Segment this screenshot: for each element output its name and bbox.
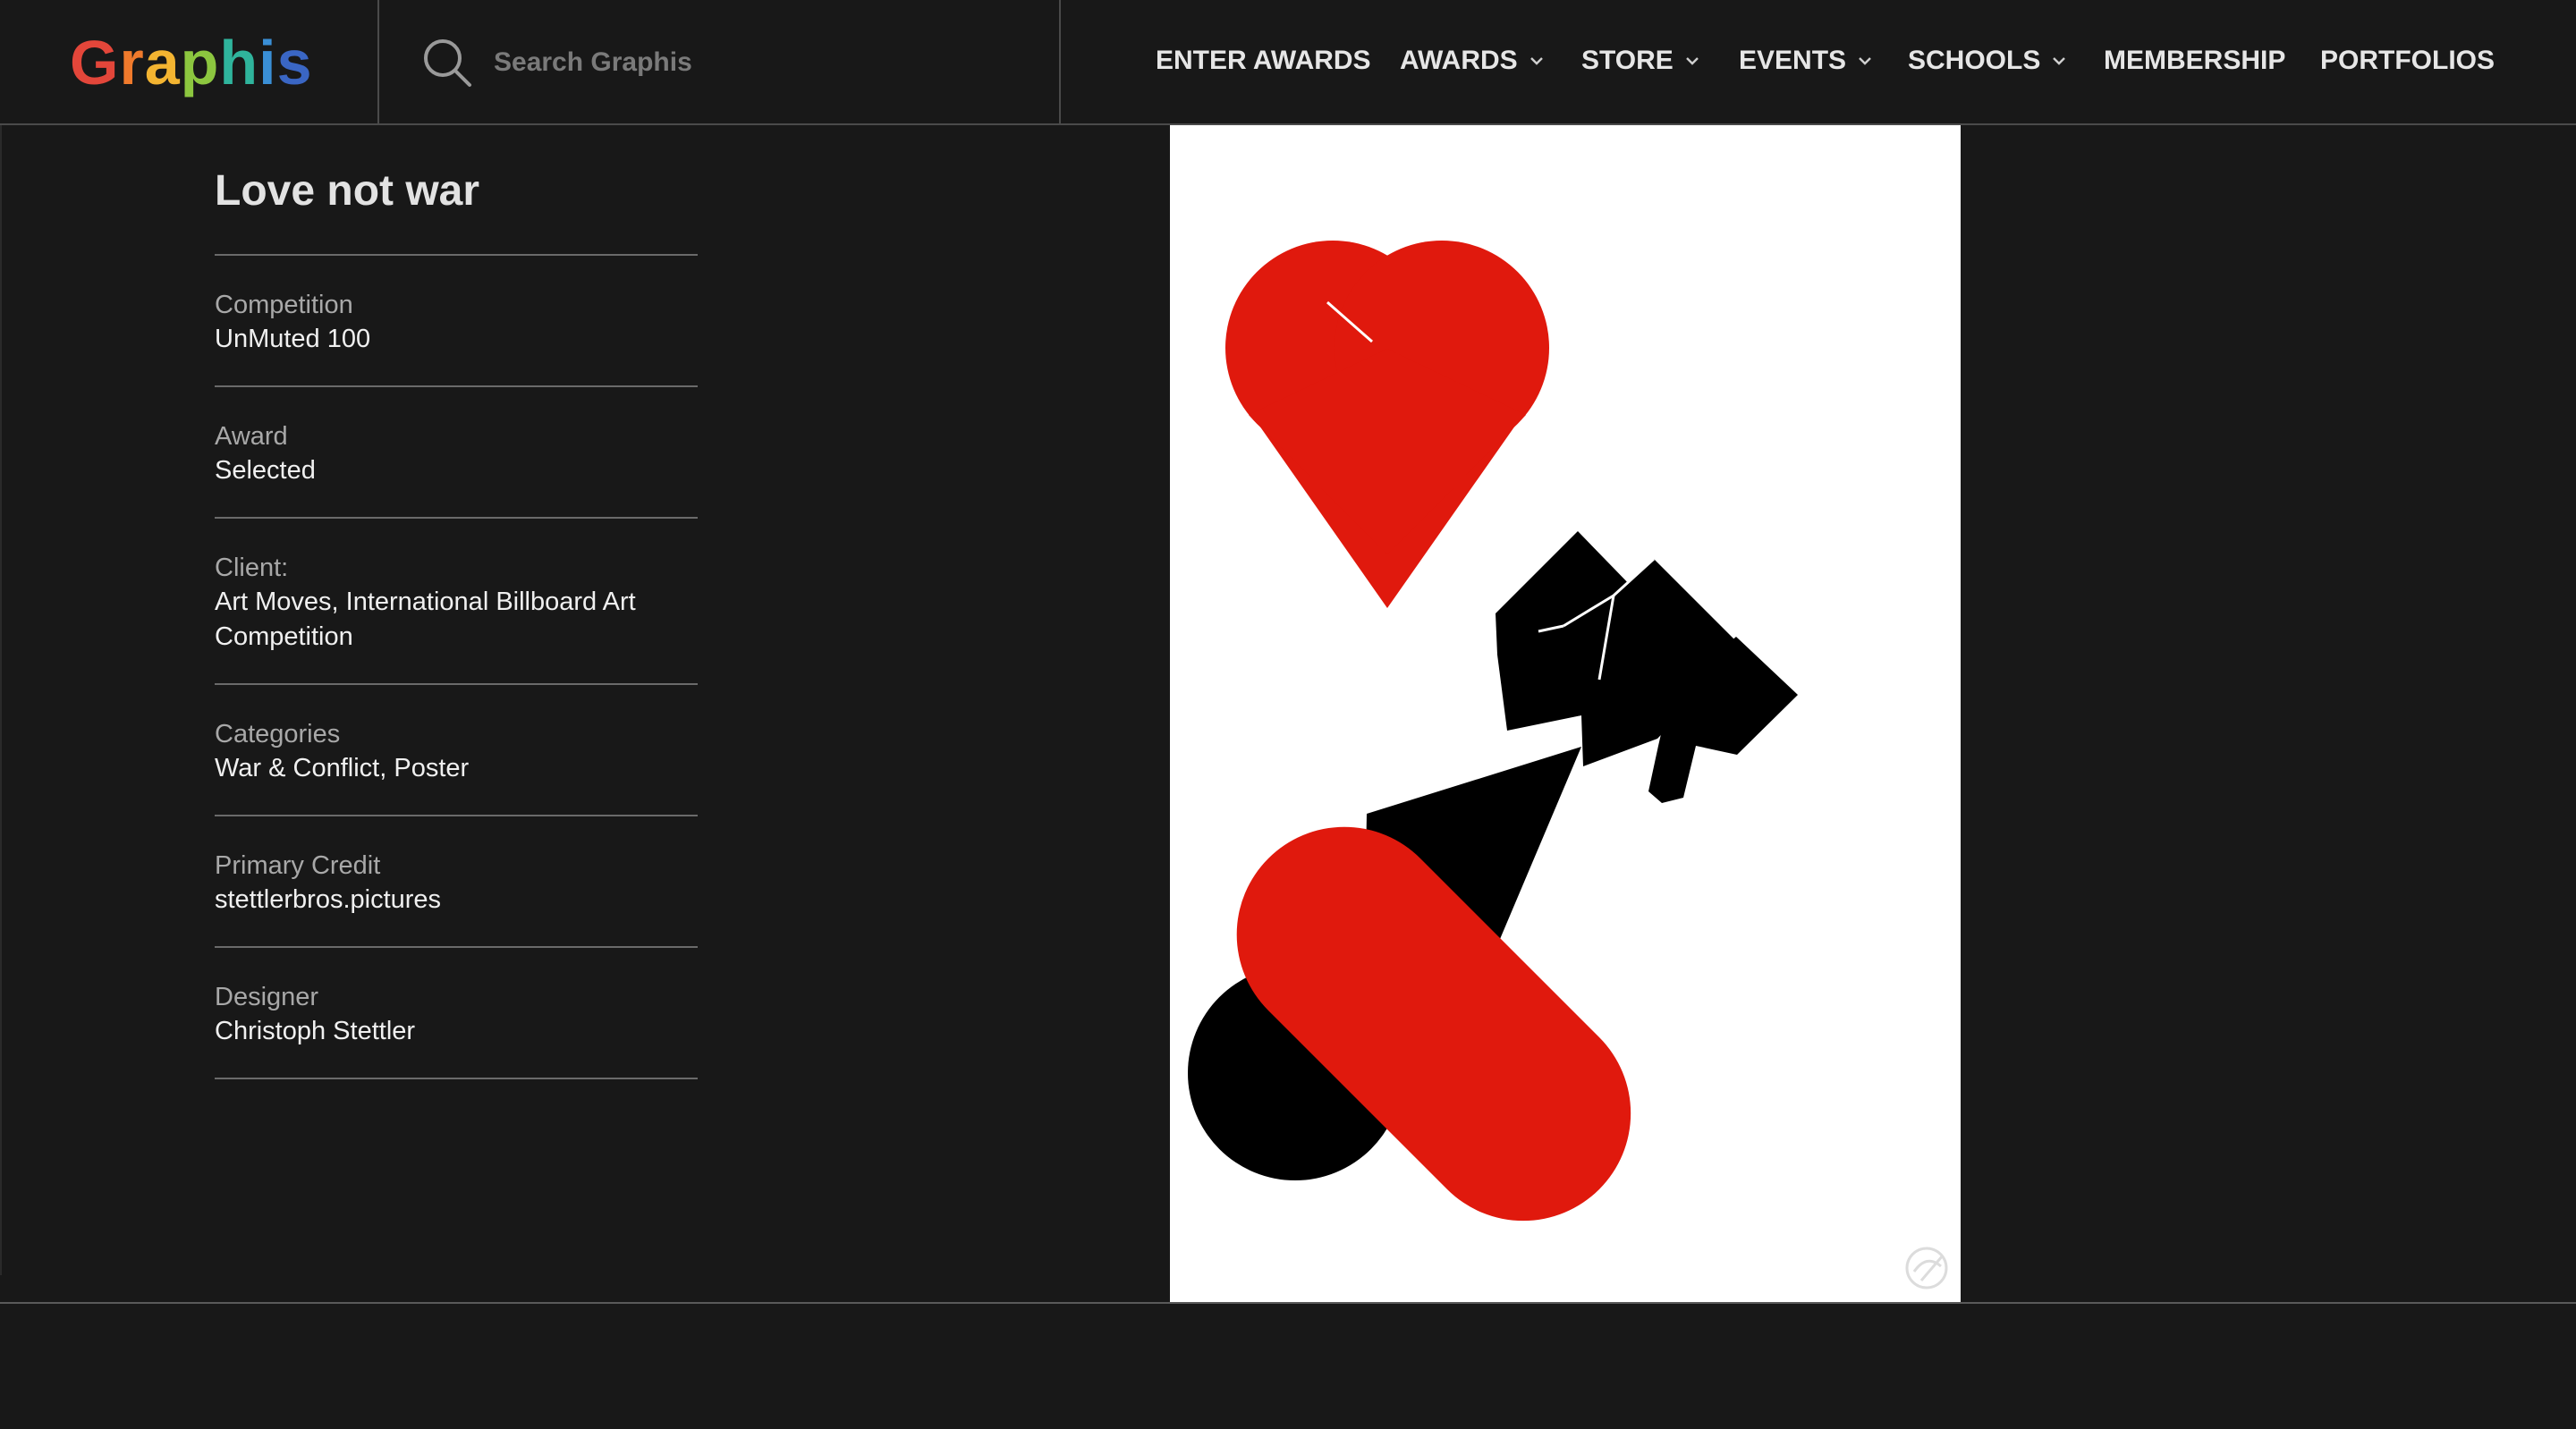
chevron-down-icon [1859, 57, 1871, 65]
field-label: Designer [215, 983, 319, 1011]
logo-container: Graphis [0, 0, 379, 123]
nav-portfolios[interactable]: PORTFOLIOS [2320, 41, 2495, 80]
graphis-watermark-icon [1905, 1247, 1948, 1289]
divider [215, 1078, 698, 1079]
logo-letter: h [219, 28, 259, 97]
field-designer: Designer Christoph Stettler [215, 948, 699, 1078]
nav-label: ENTER AWARDS [1156, 46, 1371, 75]
logo-letter: p [180, 28, 220, 97]
nav-membership[interactable]: MEMBERSHIP [2104, 41, 2285, 80]
nav-label: MEMBERSHIP [2104, 46, 2286, 75]
nav-label: AWARDS [1400, 46, 1518, 75]
nav-awards[interactable]: AWARDS [1400, 41, 1545, 80]
chevron-down-icon [2053, 57, 2066, 65]
logo-letter: i [258, 28, 277, 97]
heart-and-bomb-poster [1188, 241, 1948, 1289]
chevron-down-icon [1685, 57, 1699, 65]
entry-details: Love not war Competition UnMuted 100 Awa… [215, 166, 699, 1079]
search-bar [379, 0, 1061, 123]
entry-title: Love not war [215, 167, 480, 215]
nav-label: PORTFOLIOS [2320, 46, 2495, 75]
nav-store[interactable]: STORE [1581, 41, 1700, 80]
nav-label: EVENTS [1739, 46, 1847, 75]
nav-events[interactable]: EVENTS [1739, 41, 1873, 80]
poster-image[interactable] [1170, 125, 1961, 1302]
competition-link[interactable]: UnMuted 100 [215, 322, 699, 357]
search-input[interactable] [492, 38, 996, 88]
logo-letter: r [119, 28, 145, 97]
field-competition: Competition UnMuted 100 [215, 256, 699, 385]
field-label: Award [215, 422, 288, 451]
field-award: Award Selected [215, 387, 699, 517]
page: Graphis ENTER AWARDS AWARDS STORE EVENTS… [0, 0, 2576, 1429]
client-value-line: Competition [215, 622, 353, 651]
field-label: Client: [215, 554, 289, 582]
left-border [0, 125, 2, 1275]
graphis-logo[interactable]: Graphis [70, 25, 313, 100]
nav-enter-awards[interactable]: ENTER AWARDS [1156, 41, 1371, 80]
field-label: Competition [215, 291, 353, 319]
content-bottom-border [0, 1302, 2576, 1304]
categories-value[interactable]: War & Conflict, Poster [215, 751, 699, 786]
logo-letter: s [276, 28, 313, 97]
chevron-down-icon [1530, 57, 1543, 65]
primary-credit-link[interactable]: stettlerbros.pictures [215, 883, 699, 917]
designer-link[interactable]: Christoph Stettler [215, 1014, 699, 1049]
logo-letter: a [144, 28, 181, 97]
field-label: Categories [215, 720, 341, 748]
heart-lobes [1225, 241, 1549, 608]
field-label: Primary Credit [215, 851, 381, 880]
nav-label: STORE [1581, 46, 1674, 75]
field-primary-credit: Primary Credit stettlerbros.pictures [215, 816, 699, 946]
nav-label: SCHOOLS [1908, 46, 2041, 75]
nav-schools[interactable]: SCHOOLS [1908, 41, 2067, 80]
field-client: Client: Art Moves, International Billboa… [215, 519, 699, 683]
search-icon[interactable] [420, 36, 474, 89]
client-value-line: Art Moves, International Billboard Art [215, 588, 636, 616]
award-value: Selected [215, 456, 316, 485]
site-header: Graphis ENTER AWARDS AWARDS STORE EVENTS… [0, 0, 2576, 125]
logo-letter: G [70, 28, 120, 97]
field-categories: Categories War & Conflict, Poster [215, 685, 699, 815]
